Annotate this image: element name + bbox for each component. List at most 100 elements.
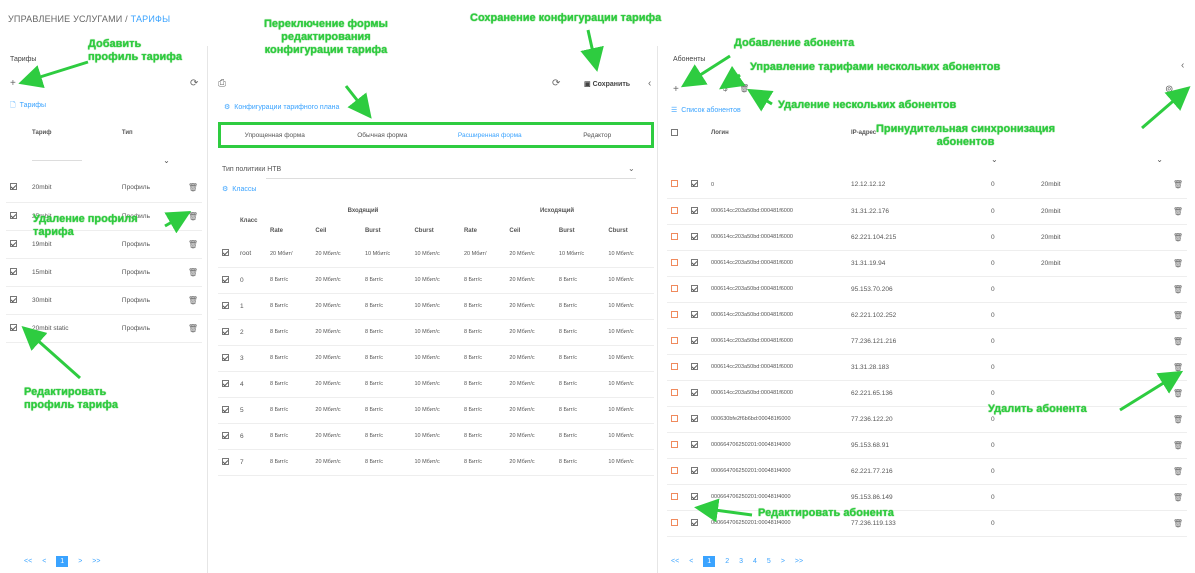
trash-icon[interactable]: 🗑 [188, 212, 198, 221]
trash-icon[interactable]: 🗑 [1173, 519, 1183, 528]
collapse-icon[interactable]: ‹ [1181, 60, 1184, 71]
trash-icon[interactable]: 🗑 [188, 268, 198, 277]
pager-item[interactable]: 2 [725, 558, 729, 565]
table-row[interactable]: 000614cc203a50bd:000481f6000 31.31.22.176… [667, 198, 1187, 224]
pager-item[interactable]: 5 [767, 558, 771, 565]
trash-icon[interactable]: 🗑 [188, 296, 198, 305]
trash-icon[interactable]: 🗑 [1173, 493, 1183, 502]
save-button[interactable]: ▣ Сохранить [584, 80, 630, 88]
table-row[interactable]: 000614cc203a50bd:000481f6000 62.221.104.2… [667, 224, 1187, 250]
edit-checkbox[interactable] [691, 518, 698, 526]
trash-icon[interactable]: 🗑 [188, 240, 198, 249]
printer-icon[interactable]: ⎙ [218, 78, 226, 89]
row-checkbox[interactable] [222, 249, 229, 257]
row-checkbox[interactable] [222, 353, 229, 361]
table-row[interactable]: 000664706250201:000481f4000 95.153.86.149… [667, 484, 1187, 510]
add-subscriber-icon[interactable]: + [673, 84, 679, 95]
select-checkbox[interactable] [671, 180, 678, 188]
table-row[interactable]: 1 8 Бит/с 20 Мбит/с 8 Бит/с 10 Мбит/с 8 Бит/с… [218, 293, 654, 319]
refresh-icon[interactable]: ⟳ [552, 78, 560, 89]
dollar-icon[interactable]: $ [723, 84, 727, 93]
table-row[interactable]: 000614cc203a50bd:000481f6000 31.31.28.183… [667, 354, 1187, 380]
select-checkbox[interactable] [671, 492, 678, 500]
row-checkbox[interactable] [222, 327, 229, 335]
pager-item[interactable]: >> [92, 558, 100, 565]
trash-icon[interactable]: 🗑 [1173, 415, 1183, 424]
trash-icon[interactable]: 🗑 [1173, 389, 1183, 398]
table-row[interactable]: 20mbit Профиль 🗑 [6, 174, 202, 202]
select-checkbox[interactable] [671, 206, 678, 214]
table-row[interactable]: 000664706250201:000481f4000 62.221.77.216… [667, 458, 1187, 484]
tab-form-0[interactable]: Упрощенная форма [221, 132, 329, 139]
pager-item[interactable]: << [671, 558, 679, 565]
trash-icon[interactable]: 🗑 [1173, 207, 1183, 216]
row-checkbox[interactable] [10, 323, 17, 331]
table-row[interactable]: 5 8 Бит/с 20 Мбит/с 8 Бит/с 10 Мбит/с 8 Бит/с… [218, 397, 654, 423]
edit-checkbox[interactable] [691, 362, 698, 370]
breadcrumb-root[interactable]: УПРАВЛЕНИЕ УСЛУГАМИ [8, 14, 122, 24]
edit-checkbox[interactable] [691, 336, 698, 344]
select-checkbox[interactable] [671, 440, 678, 448]
pager-item[interactable]: >> [795, 558, 803, 565]
chevron-down-icon[interactable]: ⌄ [118, 146, 174, 174]
select-checkbox[interactable] [671, 310, 678, 318]
policy-type-value[interactable]: HTB [267, 166, 281, 173]
collapse-icon[interactable]: ‹ [648, 78, 651, 89]
row-checkbox[interactable] [10, 211, 17, 219]
select-checkbox[interactable] [671, 414, 678, 422]
edit-checkbox[interactable] [691, 466, 698, 474]
table-row[interactable]: 30mbit Профиль 🗑 [6, 286, 202, 314]
tab-form-3[interactable]: Редактор [544, 132, 652, 139]
select-all-checkbox[interactable] [671, 128, 678, 136]
row-checkbox[interactable] [222, 405, 229, 413]
trash-icon[interactable]: 🗑 [188, 324, 198, 333]
config-section-link[interactable]: ⚙ Конфигурации тарифного плана [224, 103, 339, 111]
select-checkbox[interactable] [671, 336, 678, 344]
table-row[interactable]: 20mbit static Профиль 🗑 [6, 314, 202, 342]
edit-checkbox[interactable] [691, 206, 698, 214]
row-checkbox[interactable] [222, 431, 229, 439]
row-checkbox[interactable] [222, 457, 229, 465]
trash-icon[interactable]: 🗑 [1173, 337, 1183, 346]
row-checkbox[interactable] [222, 275, 229, 283]
table-row[interactable]: 4 8 Бит/с 20 Мбит/с 8 Бит/с 10 Мбит/с 8 Бит/с… [218, 371, 654, 397]
pager-item[interactable]: > [78, 558, 82, 565]
row-checkbox[interactable] [222, 301, 229, 309]
table-row[interactable]: 2 8 Бит/с 20 Мбит/с 8 Бит/с 10 Мбит/с 8 Бит/с… [218, 319, 654, 345]
chevron-down-icon[interactable]: ⌄ [1037, 146, 1167, 172]
table-row[interactable]: 000614cc203a50bd:000481f6000 62.221.65.13… [667, 380, 1187, 406]
tab-form-2[interactable]: Расширенная форма [436, 132, 544, 139]
edit-checkbox[interactable] [691, 258, 698, 266]
trash-icon[interactable]: 🗑 [1173, 441, 1183, 450]
row-checkbox[interactable] [222, 379, 229, 387]
pager-item[interactable]: < [42, 558, 46, 565]
row-checkbox[interactable] [10, 183, 17, 191]
trash-icon[interactable]: 🗑 [1173, 259, 1183, 268]
select-checkbox[interactable] [671, 362, 678, 370]
trash-icon[interactable]: 🗑 [1173, 311, 1183, 320]
table-row[interactable]: 0 8 Бит/с 20 Мбит/с 8 Бит/с 10 Мбит/с 8 Бит/с… [218, 267, 654, 293]
table-row[interactable]: 000664706250201:000481f4000 77.236.119.13… [667, 510, 1187, 536]
table-row[interactable]: 000664706250201:000481f4000 95.153.68.91 0… [667, 432, 1187, 458]
column-header-login[interactable]: Логин [707, 120, 847, 146]
pager-item[interactable]: 1 [56, 556, 69, 567]
edit-checkbox[interactable] [691, 414, 698, 422]
add-tariff-icon[interactable]: + [10, 78, 16, 89]
pager-item[interactable]: << [24, 558, 32, 565]
select-checkbox[interactable] [671, 466, 678, 474]
refresh-icon[interactable]: ⟳ [190, 78, 198, 89]
trash-icon[interactable]: 🗑 [188, 183, 198, 192]
edit-checkbox[interactable] [691, 180, 698, 188]
edit-checkbox[interactable] [691, 232, 698, 240]
trash-icon[interactable]: 🗑 [1173, 180, 1183, 189]
table-row[interactable]: 15mbit Профиль 🗑 [6, 258, 202, 286]
select-checkbox[interactable] [671, 388, 678, 396]
sync-icon[interactable]: ⊚ [1165, 84, 1173, 95]
column-header-tariff[interactable]: Тариф [28, 120, 118, 146]
tab-form-1[interactable]: Обычная форма [329, 132, 437, 139]
row-checkbox[interactable] [10, 239, 17, 247]
chevron-down-icon[interactable]: ⌄ [628, 164, 635, 173]
table-row[interactable]: 7 8 Бит/с 20 Мбит/с 8 Бит/с 10 Мбит/с 8 Бит/с… [218, 449, 654, 475]
pager-item[interactable]: < [689, 558, 693, 565]
table-row[interactable]: 3 8 Бит/с 20 Мбит/с 8 Бит/с 10 Мбит/с 8 Бит/с… [218, 345, 654, 371]
